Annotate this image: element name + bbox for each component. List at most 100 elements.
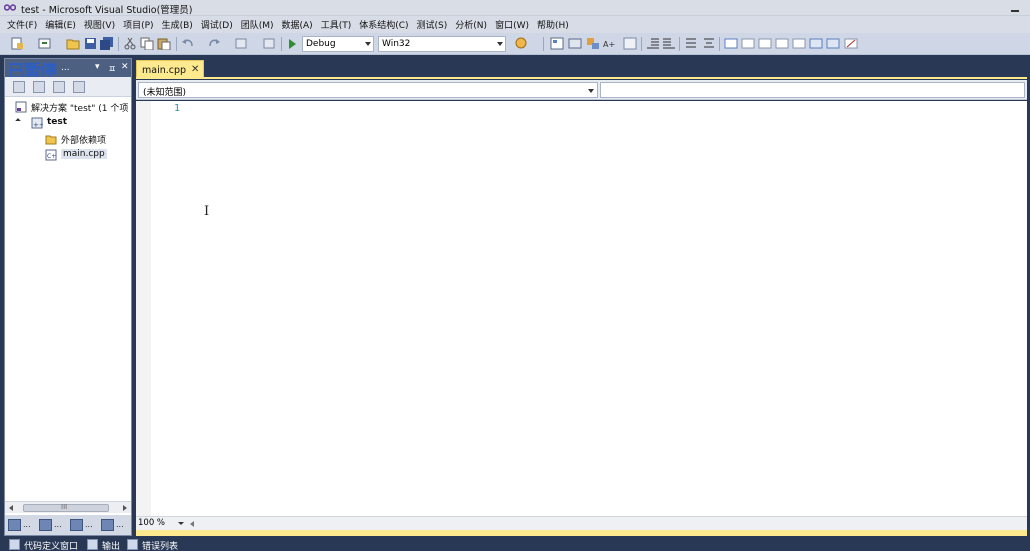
menu-analyze[interactable]: 分析(N) [451, 16, 491, 33]
find-in-files-icon[interactable] [514, 37, 528, 50]
menu-project[interactable]: 项目(P) [119, 16, 157, 33]
add-item-icon[interactable] [38, 37, 52, 50]
next-bookmark-in-document-icon[interactable] [826, 37, 840, 50]
solution-tree: 解决方案 "test" (1 个项 ++ test 外部依赖项 C+ main.… [5, 99, 131, 163]
class-view-icon[interactable] [73, 81, 85, 93]
copy-icon[interactable] [140, 37, 154, 50]
menu-debug[interactable]: 调试(D) [197, 16, 237, 33]
navigate-backward-icon[interactable] [235, 37, 249, 50]
menu-tools[interactable]: 工具(T) [317, 16, 356, 33]
object-browser-icon[interactable] [586, 37, 600, 50]
solution-platform-select[interactable]: Win32 [378, 36, 506, 52]
tree-item-label: 解决方案 "test" (1 个项 [31, 104, 129, 114]
start-page-icon[interactable] [623, 37, 637, 50]
expand-arrow-icon[interactable] [15, 118, 21, 124]
menu-build[interactable]: 生成(B) [158, 16, 197, 33]
toolbar-separator [679, 37, 680, 51]
chevron-down-icon [497, 42, 503, 46]
menu-view[interactable]: 视图(V) [80, 16, 119, 33]
new-project-icon[interactable] [10, 37, 24, 50]
menu-team[interactable]: 团队(M) [237, 16, 278, 33]
next-bookmark-icon[interactable] [758, 37, 772, 50]
close-icon[interactable]: ✕ [191, 64, 199, 75]
toolbar-separator [719, 37, 720, 51]
minimize-button[interactable] [1006, 1, 1024, 14]
zoom-select[interactable]: 100 % [138, 518, 184, 529]
toolbar-separator [176, 37, 177, 51]
toggle-bookmark-icon[interactable] [724, 37, 738, 50]
tab-error-list[interactable]: 错误列表 [127, 538, 185, 551]
chevron-down-icon [178, 522, 184, 525]
next-bookmark-in-folder-icon[interactable] [792, 37, 806, 50]
clear-bookmarks-icon[interactable] [844, 37, 858, 50]
previous-bookmark-icon[interactable] [741, 37, 755, 50]
pin-icon[interactable]: ㅍ [108, 62, 116, 75]
svg-text:A+: A+ [603, 40, 615, 49]
save-icon[interactable] [84, 37, 98, 50]
svg-text:++: ++ [33, 121, 43, 129]
output-icon [87, 539, 98, 550]
scroll-left-icon[interactable] [9, 505, 13, 511]
bottom-tab-label: 错误列表 [142, 542, 179, 551]
zoom-value: 100 % [138, 518, 166, 528]
tab-property-manager[interactable]: ... [67, 515, 98, 535]
toolbox-icon[interactable]: A+ [603, 37, 617, 50]
code-editor[interactable]: 1 I [136, 101, 1027, 516]
refresh-icon[interactable] [53, 81, 65, 93]
menu-window[interactable]: 窗口(W) [491, 16, 533, 33]
scope-select[interactable]: (未知范围) [138, 82, 598, 98]
visual-studio-logo-icon [4, 4, 16, 11]
panel-tab-strip: ... ... ... ... [5, 515, 131, 535]
tab-team-explorer[interactable]: ... [98, 515, 129, 535]
increase-indent-icon[interactable] [662, 37, 676, 50]
solution-configuration-select[interactable]: Debug [302, 36, 374, 52]
undo-icon[interactable] [181, 37, 195, 50]
menu-architecture[interactable]: 体系结构(C) [355, 16, 412, 33]
cut-icon[interactable] [123, 37, 137, 50]
close-icon[interactable]: ✕ [121, 62, 129, 72]
tab-label: ... [23, 520, 31, 529]
decrease-indent-icon[interactable] [646, 37, 660, 50]
solution-platform-value: Win32 [382, 39, 411, 49]
navigation-bar: (未知范围) [136, 80, 1027, 100]
toolbar-separator [118, 37, 119, 51]
uncomment-lines-icon[interactable] [702, 37, 716, 50]
properties-icon[interactable] [13, 81, 25, 93]
solution-explorer-icon[interactable] [550, 37, 564, 50]
toolbar-separator [641, 37, 642, 51]
team-explorer-tab-icon [101, 519, 114, 531]
tree-item-external-dependencies[interactable]: 外部依赖项 [5, 131, 131, 147]
project-icon: ++ [31, 117, 43, 129]
start-debugging-icon[interactable] [289, 39, 296, 49]
show-all-files-icon[interactable] [33, 81, 45, 93]
comment-lines-icon[interactable] [684, 37, 698, 50]
folder-icon [45, 135, 57, 145]
open-folder-icon[interactable] [66, 37, 80, 50]
scroll-left-icon[interactable] [190, 521, 194, 527]
tab-solution-explorer[interactable]: ... [5, 515, 36, 535]
navigate-forward-icon[interactable] [262, 37, 276, 50]
previous-bookmark-in-folder-icon[interactable] [775, 37, 789, 50]
redo-icon[interactable] [207, 37, 221, 50]
member-select[interactable] [600, 82, 1025, 98]
properties-icon[interactable] [568, 37, 582, 50]
tree-item-main-cpp[interactable]: C+ main.cpp [5, 147, 131, 163]
paste-icon[interactable] [157, 37, 171, 50]
menu-file[interactable]: 文件(F) [3, 16, 41, 33]
horizontal-scrollbar[interactable]: III [5, 501, 131, 513]
menu-help[interactable]: 帮助(H) [533, 16, 573, 33]
tree-item-project[interactable]: ++ test [5, 115, 131, 131]
menu-data[interactable]: 数据(A) [278, 16, 317, 33]
save-all-icon[interactable] [100, 37, 114, 50]
menu-test[interactable]: 测试(S) [413, 16, 452, 33]
tree-item-solution[interactable]: 解决方案 "test" (1 个项 [5, 99, 131, 115]
menu-edit[interactable]: 编辑(E) [41, 16, 80, 33]
tab-class-view[interactable]: ... [36, 515, 67, 535]
tree-item-label: 外部依赖项 [61, 136, 107, 146]
previous-bookmark-in-document-icon[interactable] [809, 37, 823, 50]
panel-dropdown-icon[interactable]: ▾ [95, 62, 100, 72]
menu-bar: 文件(F) 编辑(E) 视图(V) 项目(P) 生成(B) 调试(D) 团队(M… [0, 16, 1030, 33]
tab-code-definition-window[interactable]: 代码定义窗口 [9, 538, 85, 551]
tab-output[interactable]: 输出 [87, 538, 125, 551]
scroll-right-icon[interactable] [123, 505, 127, 511]
